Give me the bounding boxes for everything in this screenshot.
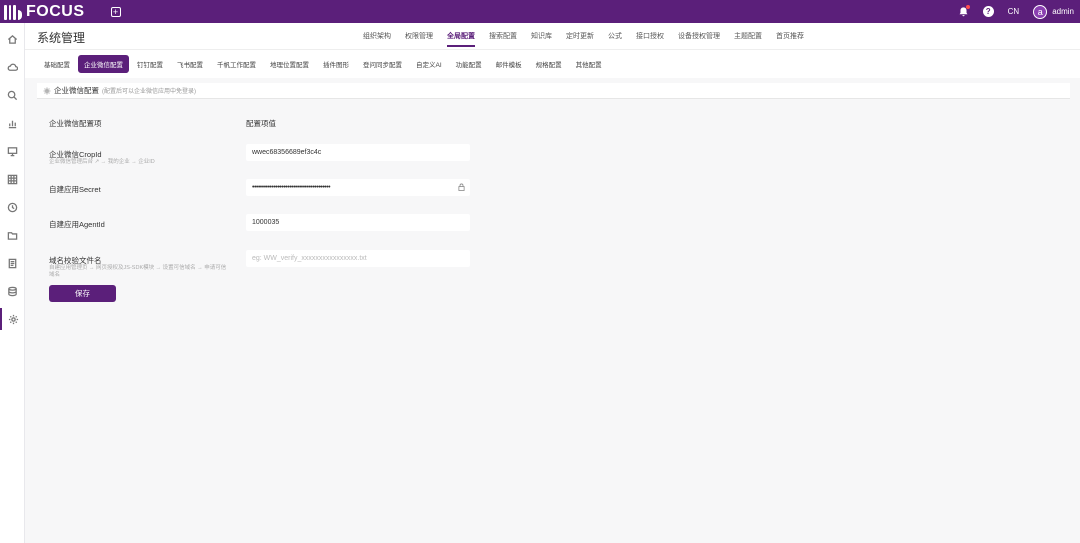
tab-search-config[interactable]: 搜索配置 [482,23,524,50]
language-switch[interactable]: CN [1008,7,1020,16]
subtab-geo[interactable]: 地理位置配置 [264,55,315,73]
settings-icon[interactable] [0,308,25,330]
agent-id-field[interactable]: 1000035 [246,214,470,231]
subtab-wecom[interactable]: 企业微信配置 [78,55,129,73]
panel-header: 企业微信配置 (配置后可以企业微信应用中免登录) [37,83,1070,99]
notification-bell-icon[interactable] [958,5,970,17]
search-icon[interactable] [0,84,25,106]
user-menu[interactable]: a admin [1033,4,1074,19]
add-tab-button[interactable]: + [110,6,121,17]
table-icon[interactable] [0,168,25,190]
notification-dot [965,5,970,9]
tab-global-config[interactable]: 全局配置 [440,23,482,50]
page-header: 系统管理 组织架构 权限管理 全局配置 搜索配置 知识库 定时更新 公式 接口授… [25,23,1080,50]
gear-icon [43,87,51,94]
verify-file-field[interactable]: eg: WW_verify_xxxxxxxxxxxxxxxx.txt [246,250,470,267]
save-button[interactable]: 保存 [49,285,116,302]
database-icon[interactable] [0,280,25,302]
subtab-mail-template[interactable]: 邮件模板 [490,55,528,73]
monitor-icon[interactable] [0,140,25,162]
verify-file-help: 自建应用管理页 → 网页授权及JS-SDK模块 → 设置可信域名 → 申请可信域… [49,265,227,278]
tab-formula[interactable]: 公式 [601,23,629,50]
secret-value: •••••••••••••••••••••••••••••••••••••••• [252,184,331,191]
tab-device-auth[interactable]: 设备授权管理 [671,23,727,50]
corp-id-field[interactable]: wwec68356689ef3c4c [246,144,470,161]
corp-id-help-link[interactable]: 企业微信管理后台 ↗ → 我的企业 → 企业ID [49,159,229,166]
home-icon[interactable] [0,28,25,50]
tab-api-auth[interactable]: 接口授权 [629,23,671,50]
column-header-item: 企业微信配置项 [49,119,102,128]
panel-title: 企业微信配置 [54,86,99,95]
tab-knowledge-base[interactable]: 知识库 [524,23,559,50]
tab-org-structure[interactable]: 组织架构 [356,23,398,50]
panel-hint: (配置后可以企业微信应用中免登录) [102,89,196,95]
tab-theme-config[interactable]: 主题配置 [727,23,769,50]
main-tabs: 组织架构 权限管理 全局配置 搜索配置 知识库 定时更新 公式 接口授权 设备授… [356,23,811,50]
lock-icon[interactable] [458,183,465,191]
avatar: a [1033,4,1048,19]
agent-id-label: 自建应用AgentId [49,220,105,229]
subtab-plugin-graphics[interactable]: 插件图形 [317,55,355,73]
subtab-other[interactable]: 其他配置 [570,55,608,73]
secret-field[interactable]: •••••••••••••••••••••••••••••••••••••••• [246,179,470,196]
sub-tabs: 基础配置 企业微信配置 钉钉配置 飞书配置 千帆工作配置 地理位置配置 插件图形… [25,50,1080,78]
subtab-dingtalk[interactable]: 钉钉配置 [131,55,169,73]
report-icon[interactable] [0,112,25,134]
page-title: 系统管理 [37,31,86,45]
subtab-function[interactable]: 功能配置 [450,55,488,73]
document-icon[interactable] [0,252,25,274]
tab-permissions[interactable]: 权限管理 [398,23,440,50]
secret-label: 自建应用Secret [49,185,101,194]
tab-home-recommend[interactable]: 首页推荐 [769,23,811,50]
help-icon[interactable]: ? [982,6,994,17]
subtab-feishu[interactable]: 飞书配置 [171,55,209,73]
logo-mark-icon [4,3,23,20]
top-bar: FOCUS + ? CN a admin [0,0,1080,23]
subtab-sync[interactable]: 登问同步配置 [357,55,408,73]
tab-scheduled-update[interactable]: 定时更新 [559,23,601,50]
column-header-value: 配置项值 [246,119,276,128]
subtab-basic[interactable]: 基础配置 [38,55,76,73]
sidebar [0,23,25,543]
username: admin [1052,7,1074,16]
focus-logo[interactable]: FOCUS [4,3,85,21]
cloud-icon[interactable] [0,56,25,78]
clock-icon[interactable] [0,196,25,218]
subtab-qianfan[interactable]: 千帆工作配置 [211,55,262,73]
subtab-spec[interactable]: 规格配置 [530,55,568,73]
folder-icon[interactable] [0,224,25,246]
subtab-custom-ai[interactable]: 自定义AI [410,55,448,73]
logo-text: FOCUS [26,2,85,20]
